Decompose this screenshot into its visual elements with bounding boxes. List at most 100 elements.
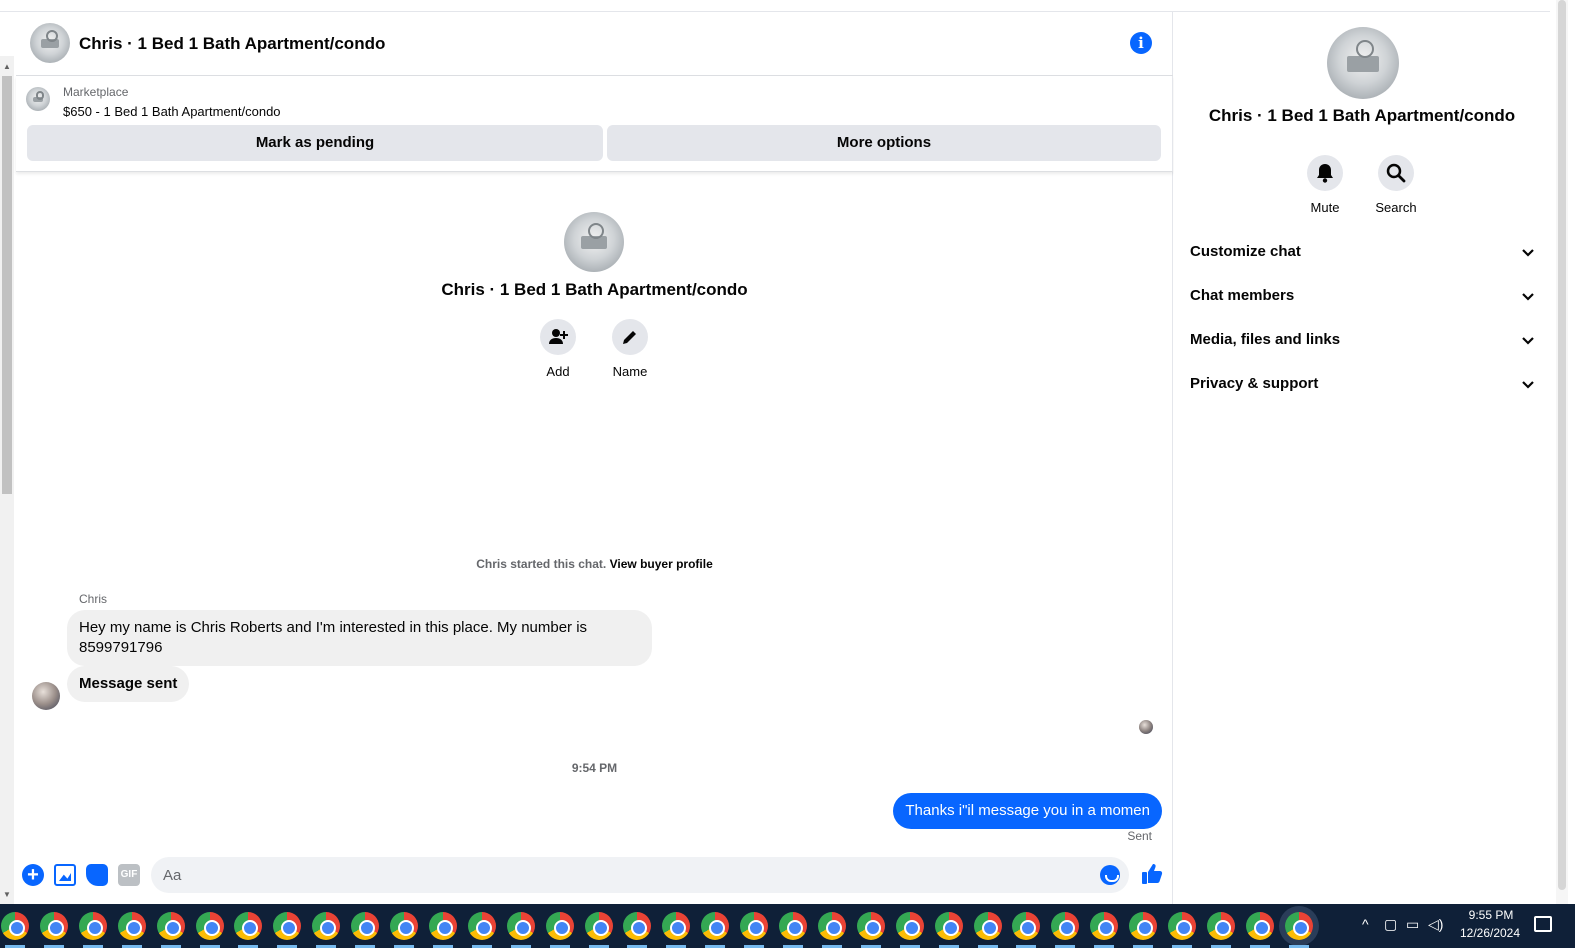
- gif-icon[interactable]: GIF: [118, 864, 140, 886]
- network-icon[interactable]: ▭: [1406, 916, 1419, 933]
- incoming-message[interactable]: Hey my name is Chris Roberts and I'm int…: [67, 610, 652, 666]
- search-label: Search: [1375, 200, 1417, 215]
- scroll-down-icon[interactable]: ▼: [3, 890, 11, 899]
- browser-app-icon[interactable]: [856, 912, 885, 940]
- marketplace-banner: Marketplace $650 - 1 Bed 1 Bath Apartmen…: [16, 76, 1173, 172]
- browser-app-icon[interactable]: [623, 912, 652, 940]
- chat-header: Chris · 1 Bed 1 Bath Apartment/condo i: [16, 12, 1173, 76]
- browser-app-icon[interactable]: [1245, 912, 1274, 940]
- browser-app-icon[interactable]: [1284, 912, 1313, 940]
- browser-app-icon[interactable]: [701, 912, 730, 940]
- chat-members-section[interactable]: Chat members: [1182, 274, 1542, 318]
- browser-app-icon[interactable]: [1, 912, 29, 940]
- panel-avatar[interactable]: [1327, 27, 1399, 99]
- browser-app-icon[interactable]: [39, 912, 68, 940]
- started-text: Chris started this chat.: [476, 557, 607, 571]
- more-options-button[interactable]: More options: [607, 125, 1161, 161]
- outgoing-message[interactable]: Thanks i"il message you in a momen: [893, 793, 1162, 829]
- browser-app-icon[interactable]: [817, 912, 846, 940]
- browser-app-icon[interactable]: [506, 912, 535, 940]
- browser-app-icon[interactable]: [312, 912, 341, 940]
- mark-as-pending-button[interactable]: Mark as pending: [27, 125, 603, 161]
- listing-thumbnail[interactable]: [26, 87, 50, 111]
- page-scrollbar[interactable]: [1550, 0, 1575, 904]
- browser-app-icon[interactable]: [740, 912, 769, 940]
- browser-app-icon[interactable]: [156, 912, 185, 940]
- browser-app-icon[interactable]: [662, 912, 691, 940]
- pencil-icon[interactable]: [612, 319, 648, 355]
- browser-app-icon[interactable]: [467, 912, 496, 940]
- sender-avatar[interactable]: [32, 682, 60, 710]
- privacy-support-section[interactable]: Privacy & support: [1182, 362, 1542, 406]
- mute-button[interactable]: Mute: [1295, 155, 1355, 215]
- panel-chat-name: Chris · 1 Bed 1 Bath Apartment/condo: [1208, 106, 1516, 125]
- chat-started-notice: Chris started this chat. View buyer prof…: [16, 557, 1173, 571]
- plus-icon[interactable]: +: [22, 864, 44, 886]
- browser-app-icon[interactable]: [895, 912, 924, 940]
- chat-avatar[interactable]: [30, 23, 70, 63]
- top-strip: [0, 0, 1575, 12]
- browser-app-icon[interactable]: [1206, 912, 1235, 940]
- browser-app-icon[interactable]: [234, 912, 263, 940]
- chevron-down-icon: [1522, 337, 1534, 345]
- search-icon[interactable]: [1378, 155, 1414, 191]
- thumbs-up-icon[interactable]: [1140, 862, 1164, 886]
- browser-app-icon[interactable]: [351, 912, 380, 940]
- bell-icon[interactable]: [1307, 155, 1343, 191]
- message-input[interactable]: [151, 857, 1129, 893]
- browser-app-icon[interactable]: [1129, 912, 1158, 940]
- conversation-avatar: [564, 212, 624, 272]
- chat-title[interactable]: Chris · 1 Bed 1 Bath Apartment/condo: [79, 34, 385, 54]
- notification-icon[interactable]: [1534, 916, 1552, 932]
- add-people-button[interactable]: Add: [528, 319, 588, 379]
- chevron-down-icon: [1522, 249, 1534, 257]
- marketplace-label: Marketplace: [63, 85, 129, 99]
- browser-app-icon[interactable]: [1012, 912, 1041, 940]
- message-timestamp: 9:54 PM: [571, 761, 618, 775]
- section-title: Chat members: [1190, 287, 1295, 304]
- clock-date[interactable]: 12/26/2024: [1450, 926, 1530, 940]
- scrollbar-thumb[interactable]: [2, 76, 12, 494]
- browser-app-icon[interactable]: [973, 912, 1002, 940]
- seen-indicator-avatar: [1139, 720, 1153, 734]
- volume-icon[interactable]: ◁): [1428, 916, 1443, 933]
- search-button[interactable]: Search: [1366, 155, 1426, 215]
- rename-button[interactable]: Name: [600, 319, 660, 379]
- browser-app-icon[interactable]: [934, 912, 963, 940]
- browser-app-icon[interactable]: [1168, 912, 1196, 940]
- chat-scrollbar[interactable]: ▲ ▼: [0, 56, 14, 904]
- add-person-icon[interactable]: [540, 319, 576, 355]
- scroll-up-icon[interactable]: ▲: [3, 62, 11, 71]
- browser-app-icon[interactable]: [195, 912, 224, 940]
- scrollbar-thumb[interactable]: [1558, 0, 1566, 890]
- view-buyer-profile-link[interactable]: View buyer profile: [610, 557, 713, 571]
- browser-app-icon[interactable]: [1090, 912, 1119, 940]
- browser-app-icon[interactable]: [545, 912, 574, 940]
- listing-title[interactable]: $650 - 1 Bed 1 Bath Apartment/condo: [63, 104, 281, 119]
- sticker-icon[interactable]: [86, 864, 108, 886]
- media-files-links-section[interactable]: Media, files and links: [1182, 318, 1542, 362]
- meet-now-icon[interactable]: ▢: [1384, 916, 1397, 933]
- section-title: Privacy & support: [1190, 375, 1319, 392]
- chevron-down-icon: [1522, 381, 1534, 389]
- browser-app-icon[interactable]: [584, 912, 613, 940]
- emoji-icon[interactable]: [1100, 865, 1120, 885]
- browser-app-icon[interactable]: [390, 912, 418, 940]
- message-composer: + GIF: [16, 850, 1173, 900]
- browser-app-icon[interactable]: [273, 912, 302, 940]
- browser-app-icon[interactable]: [779, 912, 807, 940]
- conversation-name: Chris · 1 Bed 1 Bath Apartment/condo: [441, 280, 748, 299]
- browser-app-icon[interactable]: [78, 912, 107, 940]
- delivery-status: Sent: [1127, 829, 1152, 843]
- browser-app-icon[interactable]: [1051, 912, 1080, 940]
- incoming-message[interactable]: Message sent: [67, 666, 190, 702]
- add-label: Add: [546, 364, 570, 379]
- info-icon[interactable]: i: [1130, 32, 1152, 54]
- customize-chat-section[interactable]: Customize chat: [1182, 230, 1542, 274]
- clock-time[interactable]: 9:55 PM: [1456, 908, 1526, 922]
- browser-app-icon[interactable]: [117, 912, 146, 940]
- photo-icon[interactable]: [54, 864, 76, 886]
- chevron-up-icon[interactable]: ^: [1362, 916, 1369, 932]
- section-title: Customize chat: [1190, 243, 1301, 260]
- browser-app-icon[interactable]: [428, 912, 457, 940]
